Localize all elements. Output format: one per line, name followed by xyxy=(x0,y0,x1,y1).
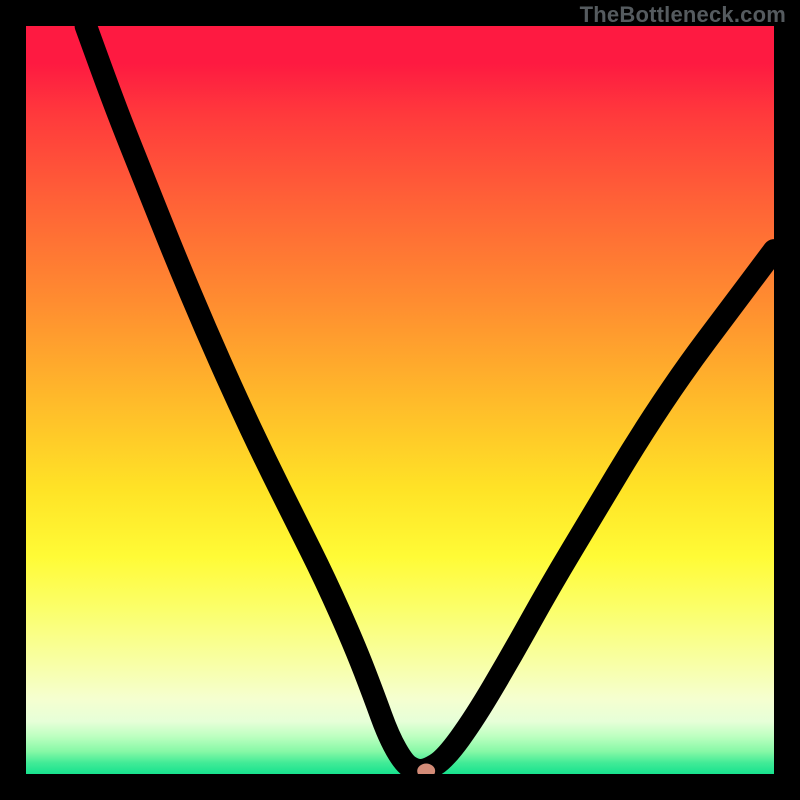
watermark-text: TheBottleneck.com xyxy=(580,2,786,28)
plot-area xyxy=(26,26,774,774)
chart-frame: TheBottleneck.com xyxy=(0,0,800,800)
curve-layer xyxy=(26,26,774,774)
bottleneck-curve xyxy=(86,26,774,770)
